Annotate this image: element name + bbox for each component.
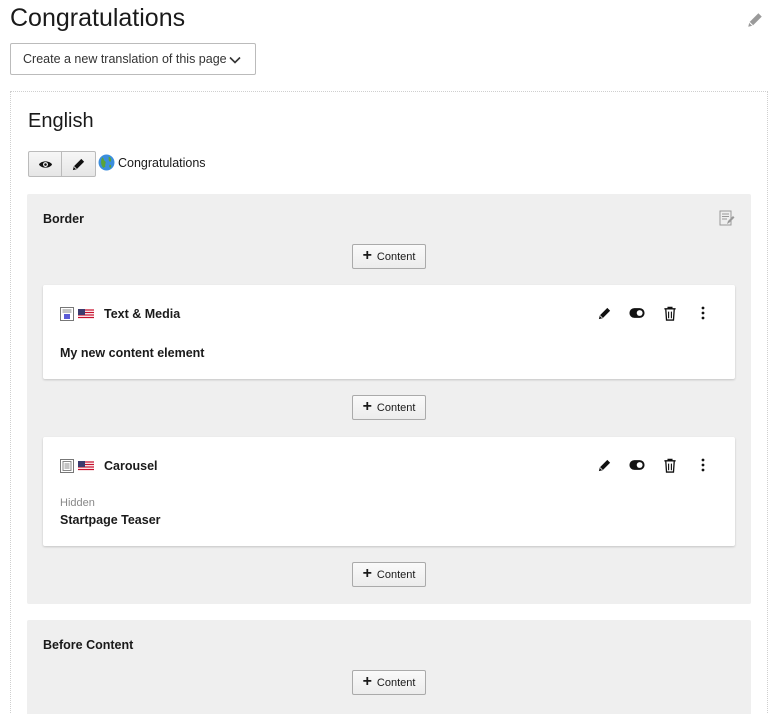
pencil-icon [72,158,85,170]
content-element-type: Text & Media [104,307,181,321]
toggle-visibility-button[interactable] [629,305,645,321]
trash-icon [664,458,676,473]
add-content-button[interactable]: + Content [352,244,426,269]
content-element-type: Carousel [104,459,158,473]
content-element-card[interactable]: Text & Media My new content element [43,285,735,379]
translation-dropdown[interactable]: Create a new translation of this page [10,43,256,75]
plus-icon: + [362,564,372,582]
pencil-icon[interactable] [746,11,764,29]
delete-element-button[interactable] [662,305,678,321]
content-element-header: Carousel [60,459,158,473]
add-content-button[interactable]: + Content [352,562,426,587]
text-media-icon [60,307,74,321]
column-title: Border [43,212,84,226]
add-content-label: Content [376,568,416,581]
more-actions-button[interactable] [695,457,711,473]
pencil-icon [598,459,610,471]
toggle-icon [629,308,645,318]
delete-element-button[interactable] [662,457,678,473]
plus-icon: + [362,397,372,415]
eye-icon [38,160,52,168]
translation-dropdown-label: Create a new translation of this page [23,52,227,66]
add-content-button[interactable]: + Content [352,670,426,695]
content-element-card[interactable]: Carousel Hidden Startpage Teaser [43,437,735,546]
us-flag-icon [78,460,94,472]
content-element-header: Text & Media [60,307,180,321]
language-title: English [28,110,94,132]
globe-icon [98,154,115,171]
content-element-title: Startpage Teaser [60,513,161,527]
edit-page-button[interactable] [62,151,96,177]
plus-icon: + [362,672,372,690]
add-content-button[interactable]: + Content [352,395,426,420]
carousel-icon [60,459,74,473]
page-title-link[interactable]: Congratulations [118,156,206,170]
page-actions-group [28,151,96,177]
toggle-icon [629,460,645,470]
toggle-visibility-button[interactable] [629,457,645,473]
more-vertical-icon [701,458,705,472]
add-content-label: Content [376,676,416,689]
view-page-button[interactable] [28,151,62,177]
more-vertical-icon [701,306,705,320]
page-title: Congratulations [10,4,186,32]
plus-icon: + [362,246,372,264]
hidden-status-label: Hidden [60,497,95,509]
content-element-title: My new content element [60,346,205,360]
content-element-actions [596,457,711,473]
trash-icon [664,306,676,321]
column-before-content: Before Content [27,620,751,714]
edit-element-button[interactable] [596,305,612,321]
add-content-label: Content [376,250,416,263]
us-flag-icon [78,308,94,320]
column-title: Before Content [43,638,134,652]
more-actions-button[interactable] [695,305,711,321]
chevron-down-icon [229,56,241,64]
add-content-label: Content [376,401,416,414]
edit-column-icon[interactable] [719,210,735,226]
pencil-icon [598,307,610,319]
edit-element-button[interactable] [596,457,612,473]
content-element-actions [596,305,711,321]
